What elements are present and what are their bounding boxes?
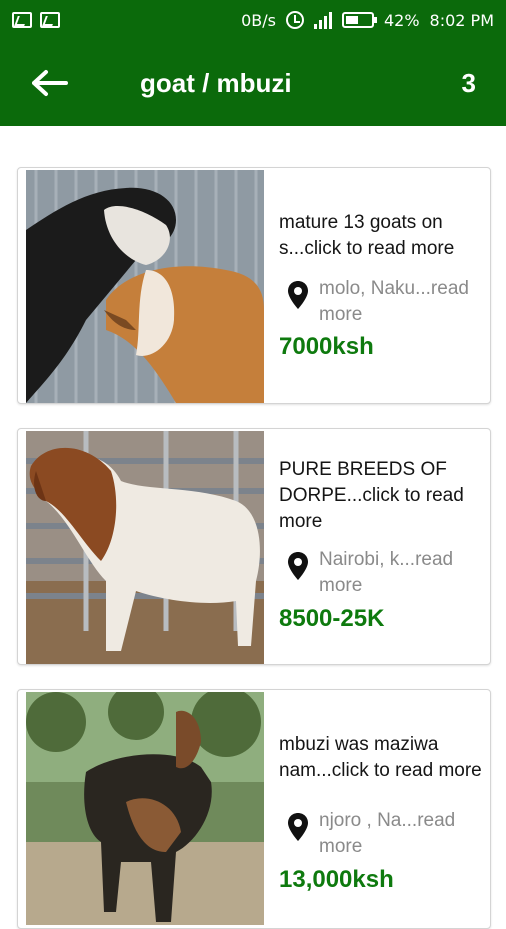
- lte-signal-icon: [313, 11, 332, 29]
- page-title: goat / mbuzi: [140, 67, 292, 98]
- listing-card[interactable]: mature 13 goats on s...click to read mor…: [17, 167, 491, 404]
- listing-price: 13,000ksh: [279, 866, 394, 893]
- listing-photo: [26, 431, 264, 664]
- status-bar: 0B/s 42% 8:02 PM: [0, 0, 506, 40]
- clock: 8:02 PM: [429, 10, 494, 30]
- listing-description[interactable]: PURE BREEDS OF DORPE...click to read mor…: [279, 457, 489, 535]
- location-text: Nairobi, k...read more: [319, 549, 454, 596]
- listing-location[interactable]: molo, Naku...read more: [287, 276, 487, 328]
- location-pin-icon: [288, 281, 308, 309]
- location-text: njoro , Na...read more: [319, 810, 456, 857]
- battery-percent: 42%: [383, 10, 420, 30]
- back-button[interactable]: [20, 53, 80, 113]
- listing-card[interactable]: mbuzi was maziwa nam...click to read mor…: [17, 689, 491, 929]
- status-left-icons: [12, 12, 60, 28]
- battery-icon: [341, 12, 377, 28]
- activity-icon: [40, 12, 60, 28]
- listing-card[interactable]: PURE BREEDS OF DORPE...click to read mor…: [17, 428, 491, 665]
- app-bar: goat / mbuzi 3: [0, 40, 506, 126]
- location-pin-icon: [288, 552, 308, 580]
- gallery-icon: [12, 12, 32, 28]
- listing-description[interactable]: mbuzi was maziwa nam...click to read mor…: [279, 732, 489, 784]
- listing-location[interactable]: Nairobi, k...read more: [287, 547, 487, 599]
- net-speed: 0B/s: [241, 10, 276, 30]
- listing-price: 7000ksh: [279, 333, 374, 360]
- arrow-left-icon: [32, 70, 68, 96]
- listing-info: mature 13 goats on s...click to read mor…: [279, 168, 489, 403]
- status-right: 0B/s 42% 8:02 PM: [241, 11, 494, 30]
- listing-location[interactable]: njoro , Na...read more: [287, 808, 487, 860]
- listing-photo: [26, 692, 264, 925]
- listing-info: PURE BREEDS OF DORPE...click to read mor…: [279, 429, 489, 664]
- location-text: molo, Naku...read more: [319, 278, 469, 325]
- listing-description[interactable]: mature 13 goats on s...click to read mor…: [279, 210, 489, 262]
- location-pin-icon: [288, 813, 308, 841]
- alarm-icon: [285, 11, 304, 29]
- listing-count: 3: [461, 67, 476, 98]
- listing-info: mbuzi was maziwa nam...click to read mor…: [279, 690, 489, 928]
- listing-price: 8500-25K: [279, 605, 385, 632]
- listing-photo: [26, 170, 264, 403]
